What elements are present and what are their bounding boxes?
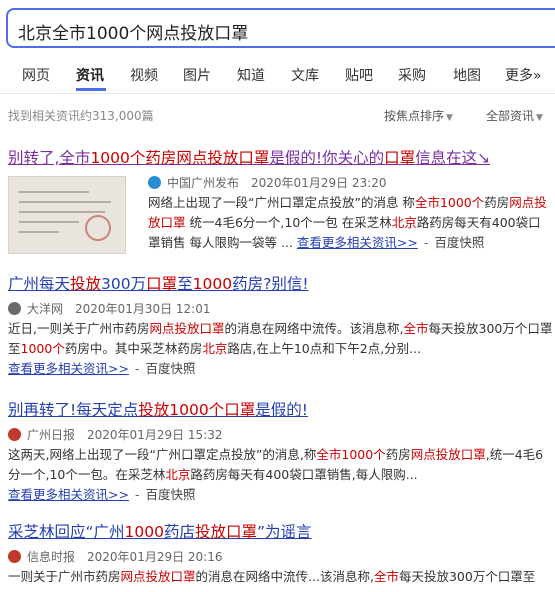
tab-news[interactable]: 资讯 — [76, 65, 104, 85]
result-count: 找到相关资讯约313,000篇 — [8, 109, 154, 123]
newspaper-red-icon — [8, 428, 21, 441]
more-news-link[interactable]: 查看更多相关资讯>> — [8, 361, 129, 376]
tab-tieba[interactable]: 贴吧 — [345, 65, 373, 85]
tab-web[interactable]: 网页 — [22, 65, 50, 85]
sort-dropdown[interactable]: 按焦点排序 ▼ — [384, 107, 453, 124]
result-snippet: 一则关于广州市药房网点投放口罩的消息在网络中流传...该消息称,全市每天投放30… — [8, 569, 536, 584]
caret-down-icon: ▼ — [536, 113, 543, 123]
source-name: 广州日报 — [27, 428, 76, 442]
sort-label: 按焦点排序 — [384, 109, 445, 123]
result-thumbnail[interactable] — [8, 176, 126, 254]
result-source: 信息时报 2020年01月29日 20:16 — [8, 548, 553, 565]
source-name: 信息时报 — [27, 550, 76, 564]
search-box[interactable]: 北京全市1000个网点投放口罩 — [6, 8, 555, 48]
result-source: 中国广州发布 2020年01月29日 23:20 — [148, 174, 553, 191]
result-title[interactable]: 别再转了!每天定点投放1000个口罩是假的! — [8, 398, 553, 420]
result-snippet: 网络上出现了一段“广州口罩定点投放”的消息 称全市1000个药房网点投放口罩 统… — [148, 195, 547, 250]
snapshot-link[interactable]: 百度快照 — [145, 487, 195, 502]
filter-dropdown[interactable]: 全部资讯 ▼ — [486, 107, 543, 124]
result-title[interactable]: 别转了,全市1000个药房网点投放口罩是假的!你关心的口罩信息在这↘ — [8, 146, 553, 168]
snapshot-link[interactable]: 百度快照 — [434, 235, 484, 250]
result-title[interactable]: 采芝林回应“广州1000药店投放口罩”为谣言 — [8, 520, 553, 542]
nav-tabs: 网页 资讯 视频 图片 知道 文库 贴吧 采购 地图 更多» — [0, 60, 555, 91]
caret-down-icon: ▼ — [446, 113, 453, 123]
source-date: 2020年01月30日 12:01 — [75, 302, 211, 316]
more-news-link[interactable]: 查看更多相关资讯>> — [297, 235, 418, 250]
more-news-link[interactable]: 查看更多相关资讯>> — [8, 487, 129, 502]
toolbar: 找到相关资讯约313,000篇 按焦点排序 ▼ 全部资讯 ▼ — [0, 104, 555, 124]
result-1: 别转了,全市1000个药房网点投放口罩是假的!你关心的口罩信息在这↘ 中国广州发… — [8, 146, 553, 256]
tab-images[interactable]: 图片 — [183, 65, 211, 85]
search-input[interactable]: 北京全市1000个网点投放口罩 — [18, 19, 248, 44]
result-source: 广州日报 2020年01月29日 15:32 — [8, 426, 553, 443]
source-date: 2020年01月29日 15:32 — [87, 428, 223, 442]
result-4: 采芝林回应“广州1000药店投放口罩”为谣言 信息时报 2020年01月29日 … — [8, 520, 553, 587]
source-date: 2020年01月29日 20:16 — [87, 550, 223, 564]
newspaper-red-icon — [8, 550, 21, 563]
result-source: 大洋网 2020年01月30日 12:01 — [8, 300, 553, 317]
result-3: 别再转了!每天定点投放1000个口罩是假的! 广州日报 2020年01月29日 … — [8, 398, 553, 505]
tab-map[interactable]: 地图 — [453, 65, 481, 85]
tab-wenku[interactable]: 文库 — [291, 65, 319, 85]
tab-zhidao[interactable]: 知道 — [237, 65, 265, 85]
snapshot-link[interactable]: 百度快照 — [145, 361, 195, 376]
source-date: 2020年01月29日 23:20 — [251, 176, 387, 190]
result-snippet: 这两天,网络上出现了一段“广州口罩定点投放”的消息,称全市1000个药房网点投放… — [8, 447, 544, 482]
divider — [0, 93, 555, 94]
newspaper-icon — [8, 302, 21, 315]
result-2: 广州每天投放300万口罩至1000药房?别信! 大洋网 2020年01月30日 … — [8, 272, 553, 379]
tab-video[interactable]: 视频 — [130, 65, 158, 85]
source-name: 大洋网 — [27, 302, 64, 316]
result-snippet: 近日,一则关于广州市药房网点投放口罩的消息在网络中流传。该消息称,全市每天投放3… — [8, 321, 553, 356]
tab-more[interactable]: 更多» — [505, 65, 542, 85]
source-name: 中国广州发布 — [167, 176, 240, 190]
stamp-icon — [85, 215, 111, 241]
active-tab-indicator — [76, 88, 106, 91]
filter-label: 全部资讯 — [486, 109, 535, 123]
result-title[interactable]: 广州每天投放300万口罩至1000药房?别信! — [8, 272, 553, 294]
tab-purchase[interactable]: 采购 — [398, 65, 426, 85]
globe-icon — [148, 176, 161, 189]
